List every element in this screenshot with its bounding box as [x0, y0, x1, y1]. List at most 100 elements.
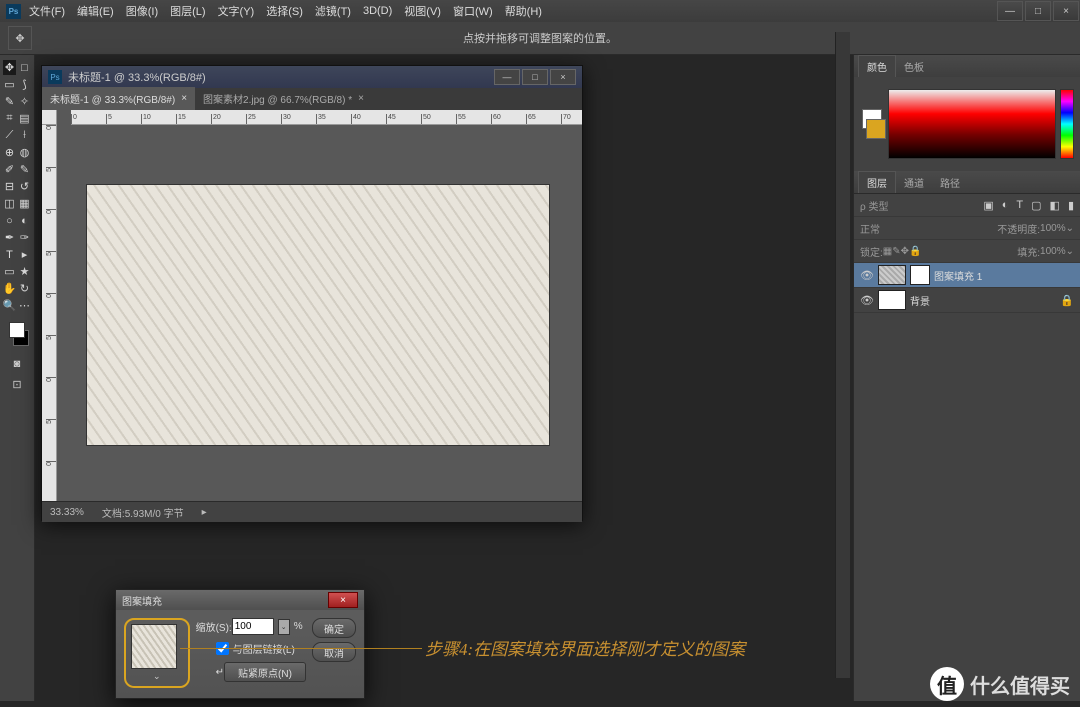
- spot-heal-tool[interactable]: ⊕: [3, 145, 16, 160]
- freeform-pen-tool[interactable]: ✑: [18, 230, 31, 245]
- filter-shape-icon[interactable]: ▢: [1031, 199, 1041, 212]
- marquee-tool[interactable]: ▭: [3, 77, 16, 92]
- filter-image-icon[interactable]: ▣: [983, 199, 993, 212]
- zoom-level[interactable]: 33.33%: [50, 507, 84, 518]
- pen-tool[interactable]: ✒: [3, 230, 16, 245]
- lock-trans-icon[interactable]: ▦: [883, 246, 892, 257]
- layer-name[interactable]: 图案填充 1: [934, 268, 982, 283]
- crop-tool[interactable]: ⌗: [3, 111, 16, 126]
- layer-row-background[interactable]: 👁 背景 🔒: [854, 288, 1080, 313]
- ruler-horizontal[interactable]: 0510152025303540455055606570: [71, 110, 582, 125]
- status-chevron-icon[interactable]: ▸: [202, 507, 207, 518]
- scale-input[interactable]: [232, 618, 274, 635]
- rotate-view-tool[interactable]: ↻: [18, 281, 31, 296]
- move-tool[interactable]: ✥: [3, 60, 16, 75]
- blur-tool[interactable]: ○: [3, 213, 16, 228]
- eraser-tool[interactable]: ◫: [3, 196, 16, 211]
- quickmask-toggle[interactable]: ◙: [3, 356, 31, 372]
- menu-help[interactable]: 帮助(H): [505, 3, 542, 19]
- blend-mode-select[interactable]: 正常: [860, 221, 880, 236]
- color-ramp[interactable]: [888, 89, 1056, 159]
- menu-filter[interactable]: 滤镜(T): [315, 3, 351, 19]
- layer-mask-thumb[interactable]: [910, 265, 930, 285]
- zoom-tool[interactable]: 🔍: [3, 298, 16, 313]
- clone-stamp-tool[interactable]: ⊟: [3, 179, 16, 194]
- layer-row-pattern[interactable]: 👁 图案填充 1: [854, 263, 1080, 288]
- history-brush-tool[interactable]: ↺: [18, 179, 31, 194]
- dialog-titlebar[interactable]: 图案填充 ×: [116, 590, 364, 610]
- hand-tool[interactable]: ✋: [3, 281, 16, 296]
- gradient-tool[interactable]: ▦: [18, 196, 31, 211]
- artboard-tool[interactable]: □: [18, 60, 31, 75]
- close-icon[interactable]: ×: [358, 93, 364, 104]
- tab-channels[interactable]: 通道: [896, 172, 932, 193]
- ruler-origin[interactable]: [42, 110, 57, 125]
- doc-close-button[interactable]: ×: [550, 69, 576, 85]
- panel-dock-collapse[interactable]: [835, 32, 850, 678]
- snap-origin-button[interactable]: 贴紧原点(N): [224, 662, 306, 682]
- magic-wand-tool[interactable]: ✧: [18, 94, 31, 109]
- screenmode-toggle[interactable]: ⊡: [3, 376, 31, 392]
- visibility-icon[interactable]: 👁: [860, 269, 874, 282]
- lock-all-icon[interactable]: 🔒: [909, 246, 921, 257]
- move-tool-icon[interactable]: ✥: [8, 26, 32, 50]
- rectangle-tool[interactable]: ▭: [3, 264, 16, 279]
- doc-maximize-button[interactable]: □: [522, 69, 548, 85]
- tab-color[interactable]: 颜色: [858, 55, 896, 77]
- tab-swatches[interactable]: 色板: [896, 56, 932, 77]
- filter-toggle-icon[interactable]: ▮: [1068, 199, 1074, 212]
- pattern-thumbnail[interactable]: [131, 624, 177, 669]
- close-icon[interactable]: ×: [181, 93, 187, 104]
- edit-toolbar[interactable]: ⋯: [18, 298, 31, 313]
- canvas[interactable]: [57, 125, 582, 501]
- lock-paint-icon[interactable]: ✎: [892, 246, 900, 257]
- slice-tool[interactable]: ▤: [18, 111, 31, 126]
- layer-filter-label[interactable]: ρ 类型: [860, 198, 888, 213]
- layer-thumb[interactable]: [878, 265, 906, 285]
- filter-smart-icon[interactable]: ◧: [1050, 199, 1060, 212]
- pencil-tool[interactable]: ✎: [18, 162, 31, 177]
- doc-tab-2[interactable]: 图案素材2.jpg @ 66.7%(RGB/8) *×: [195, 87, 372, 110]
- type-tool[interactable]: T: [3, 247, 16, 262]
- custom-shape-tool[interactable]: ★: [18, 264, 31, 279]
- visibility-icon[interactable]: 👁: [860, 294, 874, 307]
- menu-layer[interactable]: 图层(L): [170, 3, 205, 19]
- bg-color-swatch[interactable]: [866, 119, 886, 139]
- tab-paths[interactable]: 路径: [932, 172, 968, 193]
- layer-thumb[interactable]: [878, 290, 906, 310]
- menu-file[interactable]: 文件(F): [29, 3, 65, 19]
- doc-size[interactable]: 文档:5.93M/0 字节: [102, 505, 184, 520]
- pattern-dropdown-icon[interactable]: ⌄: [153, 671, 161, 682]
- menu-3d[interactable]: 3D(D): [363, 5, 392, 17]
- path-select-tool[interactable]: ▸: [18, 247, 31, 262]
- eyedropper-tool[interactable]: ⟋: [3, 128, 16, 143]
- dialog-close-button[interactable]: ×: [328, 592, 358, 608]
- menu-select[interactable]: 选择(S): [266, 3, 303, 19]
- doc-tab-1[interactable]: 未标题-1 @ 33.3%(RGB/8#)×: [42, 87, 195, 110]
- document-titlebar[interactable]: Ps 未标题-1 @ 33.3%(RGB/8#) — □ ×: [42, 66, 582, 88]
- patch-tool[interactable]: ◍: [18, 145, 31, 160]
- ruler-vertical[interactable]: 050505050: [42, 125, 57, 501]
- minimize-button[interactable]: —: [997, 1, 1023, 21]
- doc-minimize-button[interactable]: —: [494, 69, 520, 85]
- layer-name[interactable]: 背景: [910, 293, 930, 308]
- cancel-button[interactable]: 取消: [312, 642, 356, 662]
- menu-type[interactable]: 文字(Y): [218, 3, 255, 19]
- maximize-button[interactable]: □: [1025, 1, 1051, 21]
- filter-type-icon[interactable]: T: [1016, 199, 1023, 211]
- menu-view[interactable]: 视图(V): [404, 3, 441, 19]
- menu-window[interactable]: 窗口(W): [453, 3, 493, 19]
- tab-layers[interactable]: 图层: [858, 171, 896, 193]
- ruler-tool[interactable]: ⟊: [18, 128, 31, 143]
- foreground-swatch[interactable]: [9, 322, 25, 338]
- hue-slider[interactable]: [1060, 89, 1074, 159]
- quickselect-tool[interactable]: ✎: [3, 94, 16, 109]
- filter-adjust-icon[interactable]: ◐: [1002, 199, 1009, 211]
- scale-dropdown-icon[interactable]: ⌄: [278, 619, 290, 635]
- ok-button[interactable]: 确定: [312, 618, 356, 638]
- fill-value[interactable]: 100%: [1040, 246, 1066, 257]
- lock-pos-icon[interactable]: ✥: [901, 246, 909, 257]
- lasso-tool[interactable]: ⟆: [18, 77, 31, 92]
- menu-image[interactable]: 图像(I): [126, 3, 158, 19]
- opacity-value[interactable]: 100%: [1040, 223, 1066, 234]
